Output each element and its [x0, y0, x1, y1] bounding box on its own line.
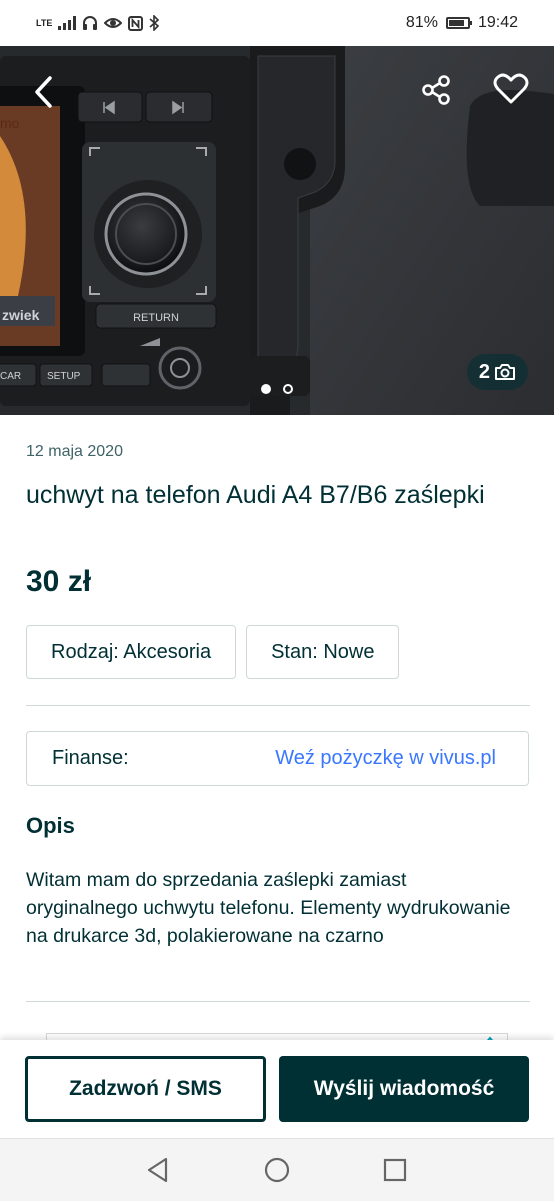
gallery-dot-2[interactable] — [283, 384, 293, 394]
svg-text:RETURN: RETURN — [133, 312, 179, 324]
status-bar: LTE 81% 19:42 — [0, 0, 554, 46]
photo-gallery[interactable]: zwiek mo RETURN CAR SETUP 2 — [0, 46, 554, 415]
svg-text:mo: mo — [0, 115, 20, 131]
tag-condition: Stan: Nowe — [246, 625, 400, 679]
divider — [26, 1001, 530, 1002]
gallery-indicator — [0, 384, 554, 394]
system-nav-bar — [0, 1138, 554, 1201]
share-icon — [422, 75, 450, 105]
attribute-tags: Rodzaj: Akcesoria Stan: Nowe — [26, 625, 400, 679]
status-icons: LTE — [36, 15, 160, 31]
bluetooth-icon — [149, 15, 160, 31]
listing-price: 30 zł — [26, 565, 92, 598]
loan-link[interactable]: Weź pożyczkę w vivus.pl — [275, 747, 496, 770]
send-message-button[interactable]: Wyślij wiadomość — [279, 1056, 529, 1122]
nav-recents-button[interactable] — [380, 1155, 410, 1185]
svg-text:zwiek: zwiek — [2, 307, 40, 323]
battery-percent: 81% — [405, 14, 438, 31]
heart-icon — [493, 73, 529, 104]
svg-text:CAR: CAR — [0, 371, 21, 382]
camera-icon — [495, 364, 515, 380]
gallery-dot-1[interactable] — [261, 384, 271, 394]
nav-back-button[interactable] — [143, 1155, 173, 1185]
nfc-icon — [128, 15, 144, 31]
finance-box: Finanse: Weź pożyczkę w vivus.pl — [26, 731, 529, 786]
action-bar: Zadzwoń / SMS Wyślij wiadomość — [0, 1040, 554, 1138]
description-heading: Opis — [26, 813, 75, 838]
photo-count: 2 — [478, 360, 490, 383]
back-button[interactable] — [24, 72, 64, 112]
tag-category: Rodzaj: Akcesoria — [26, 625, 237, 679]
listing-title: uchwyt na telefon Audi A4 B7/B6 zaślepki — [26, 481, 485, 509]
listing-date: 12 maja 2020 — [26, 443, 123, 460]
svg-text:SETUP: SETUP — [47, 371, 81, 382]
favorite-button[interactable] — [490, 68, 532, 110]
signal-icon — [58, 16, 77, 30]
square-recents-icon — [383, 1158, 407, 1182]
finance-label: Finanse: — [52, 747, 129, 769]
clock: 19:42 — [477, 14, 518, 31]
status-right: 81% 19:42 — [406, 14, 518, 32]
eye-icon — [104, 18, 123, 28]
battery-icon — [445, 17, 472, 29]
call-sms-button[interactable]: Zadzwoń / SMS — [25, 1056, 266, 1122]
share-button[interactable] — [416, 70, 456, 110]
triangle-back-icon — [147, 1157, 168, 1183]
divider — [26, 705, 530, 706]
circle-home-icon — [264, 1157, 290, 1183]
network-label: LTE — [36, 18, 53, 28]
nav-home-button[interactable] — [262, 1155, 292, 1185]
headphones-icon — [83, 16, 98, 30]
back-arrow-icon — [35, 76, 52, 108]
description-text: Witam mam do sprzedania zaślepki zamiast… — [26, 869, 511, 947]
